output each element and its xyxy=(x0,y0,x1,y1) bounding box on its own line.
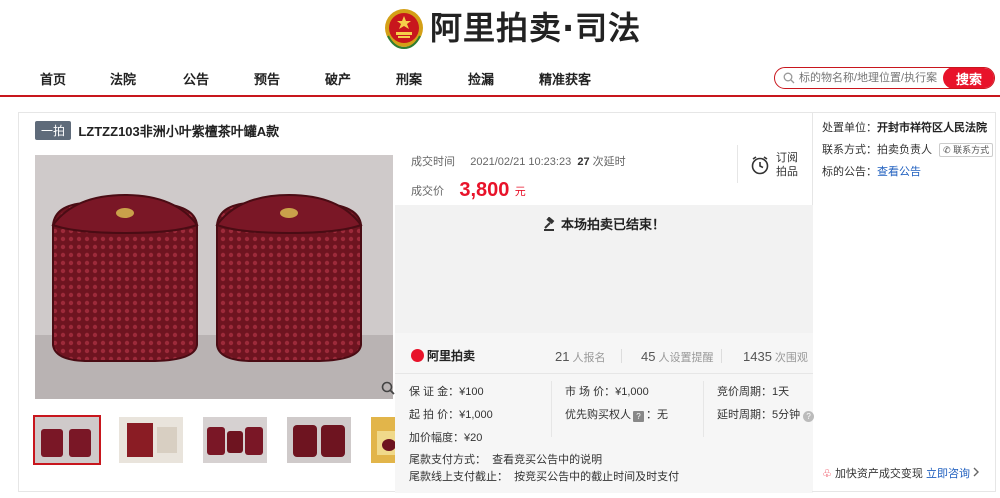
info-badge-icon[interactable]: ? xyxy=(633,411,644,422)
search-icon xyxy=(783,72,795,84)
increment-row: 加价幅度：¥20 xyxy=(409,432,483,444)
item-title: LZTZZ103非洲小叶紫檀茶叶罐A款 xyxy=(78,124,280,139)
delay-cycle-row: 延时周期：5分钟? xyxy=(717,406,815,422)
nav-item-leads[interactable]: 精准获客 xyxy=(539,69,591,88)
stats-divider xyxy=(395,373,813,374)
nav-item-criminal[interactable]: 刑案 xyxy=(396,69,422,88)
column-divider xyxy=(703,381,704,437)
thumbnail-2[interactable] xyxy=(119,417,183,463)
alarm-clock-icon xyxy=(751,156,769,175)
views-stat: 1435 次围观 xyxy=(743,349,808,364)
phone-icon: ✆ xyxy=(943,145,951,155)
disposal-unit-row: 处置单位：开封市祥符区人民法院 xyxy=(822,122,987,134)
nav-item-preview[interactable]: 预告 xyxy=(254,69,280,88)
priority-buyer-row: 优先购买权人? ：无 xyxy=(565,409,668,422)
round-badge: 一拍 xyxy=(35,121,72,140)
market-price-row: 市 场 价：¥1,000 xyxy=(565,386,649,398)
auction-detail: 一拍 LZTZZ103非洲小叶紫檀茶叶罐A款 成交时间 2021/02/21 1… xyxy=(18,112,815,493)
nav-item-bankruptcy[interactable]: 破产 xyxy=(325,69,351,88)
stat-separator xyxy=(621,349,622,363)
deal-price-row: 成交价 3,800 元 xyxy=(411,179,526,201)
brand-title: 阿里拍卖·司法 xyxy=(430,9,642,47)
zoom-icon[interactable] xyxy=(381,381,395,395)
item-title-row: 一拍 LZTZZ103非洲小叶紫檀茶叶罐A款 xyxy=(35,121,280,140)
deposit-row: 保 证 金：¥100 xyxy=(409,386,484,398)
nav-item-bargain[interactable]: 捡漏 xyxy=(468,69,494,88)
view-notice-link[interactable]: 查看公告 xyxy=(877,166,921,178)
thumbnail-3[interactable] xyxy=(203,417,267,463)
ali-logo-icon xyxy=(411,349,424,362)
subscribe-button[interactable]: 订阅 拍品 xyxy=(737,145,813,183)
contact-row: 联系方式：拍卖负责人 ✆ 联系方式 xyxy=(822,141,994,157)
reminders-stat: 45 人设置提醒 xyxy=(641,349,714,364)
gavel-icon xyxy=(543,217,555,231)
thumbnail-1[interactable] xyxy=(33,415,101,465)
deal-price: 3,800 xyxy=(459,179,510,201)
nav-divider xyxy=(0,95,1000,97)
delay-count: 27 xyxy=(577,156,590,168)
ali-auction-logo: 阿里拍卖 xyxy=(411,347,475,364)
chevron-right-icon[interactable] xyxy=(972,467,980,477)
start-price-row: 起 拍 价：¥1,000 xyxy=(409,409,493,421)
search-button[interactable]: 搜索 xyxy=(943,68,994,88)
main-product-image[interactable] xyxy=(35,155,393,399)
search-box: 搜索 xyxy=(774,67,995,89)
nav-item-court[interactable]: 法院 xyxy=(110,69,136,88)
payment-method-row: 尾款支付方式： 查看竞买公告中的说明 xyxy=(409,454,603,466)
thumbnail-4[interactable] xyxy=(287,417,351,463)
stat-separator xyxy=(721,349,722,363)
auction-stats: 阿里拍卖 21 人报名 45 人设置提醒 1435 次围观 保 证 金：¥100 市 … xyxy=(395,333,815,493)
consult-banner[interactable]: ♧ 加快资产成交变现 立即咨询 xyxy=(822,465,970,481)
signups-stat: 21 人报名 xyxy=(555,349,606,364)
notice-row: 标的公告：查看公告 xyxy=(822,166,921,178)
deal-time-row: 成交时间 2021/02/21 10:23:23 27 次延时 xyxy=(411,156,626,168)
nav-item-notice[interactable]: 公告 xyxy=(183,69,209,88)
column-divider xyxy=(551,381,552,437)
contact-button[interactable]: ✆ 联系方式 xyxy=(939,143,994,157)
court-emblem-icon xyxy=(385,9,423,50)
logo-bar: 阿里拍卖·司法 xyxy=(0,0,1000,55)
payment-deadline-row: 尾款线上支付截止： 按竞买公告中的截止时间及时支付 xyxy=(409,471,680,483)
bidding-cycle-row: 竞价周期：1天 xyxy=(717,386,790,398)
court-name[interactable]: 开封市祥符区人民法院 xyxy=(877,122,987,134)
consult-link[interactable]: 立即咨询 xyxy=(926,468,970,480)
court-sidebar: 处置单位：开封市祥符区人民法院 联系方式：拍卖负责人 ✆ 联系方式 标的公告：查… xyxy=(812,112,996,492)
nav-item-home[interactable]: 首页 xyxy=(40,69,66,88)
hand-money-icon: ♧ xyxy=(822,468,832,480)
auction-ended-panel: 本场拍卖已结束！ xyxy=(395,205,813,333)
auction-ended-text: 本场拍卖已结束！ xyxy=(395,214,813,233)
tea-caddy-photo xyxy=(35,155,393,399)
deal-time: 2021/02/21 10:23:23 xyxy=(470,156,572,168)
search-input[interactable] xyxy=(799,70,943,86)
